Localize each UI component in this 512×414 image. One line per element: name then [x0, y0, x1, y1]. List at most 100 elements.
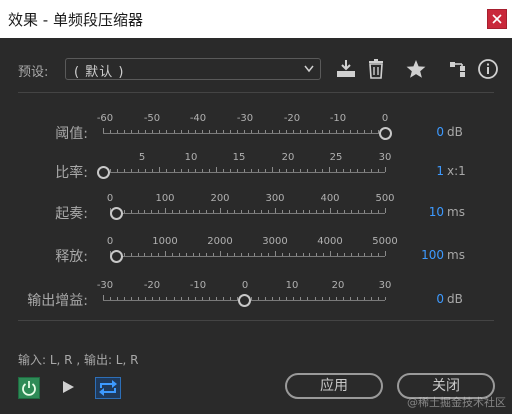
slider-tick — [227, 253, 228, 256]
slider-tick — [268, 253, 269, 256]
slider-tick — [117, 130, 118, 133]
slider-tick-label: 10 — [184, 152, 198, 163]
slider-tick — [124, 210, 125, 213]
slider-tick — [174, 169, 175, 172]
slider-tick — [357, 297, 358, 300]
slider-tick — [316, 210, 317, 213]
slider-tick-label: 20 — [281, 152, 295, 163]
slider-tick — [330, 208, 331, 213]
slider-tick — [195, 297, 196, 300]
slider-track[interactable] — [110, 256, 385, 257]
slider-tick-label: 25 — [329, 152, 343, 163]
effect-panel: 预设: ( 默认 ) 阈值: -60 -50 -40 -30 -20 -10 0… — [0, 38, 512, 414]
slider-tick — [350, 297, 351, 300]
slider-knob[interactable] — [379, 127, 392, 140]
slider-tick — [282, 210, 283, 213]
slider-tick-label: -10 — [189, 280, 207, 291]
slider-value[interactable]: 1 — [400, 164, 444, 178]
slider-tick — [343, 297, 344, 300]
close-window-button[interactable] — [487, 9, 507, 29]
info-icon[interactable] — [477, 58, 499, 80]
slider-track[interactable] — [103, 172, 385, 173]
slider-value[interactable]: 0 — [400, 125, 444, 139]
preset-dropdown[interactable]: ( 默认 ) — [65, 58, 321, 80]
slider-tick — [258, 169, 259, 172]
slider-tick — [145, 297, 146, 300]
slider-tick — [223, 169, 224, 172]
download-preset-icon[interactable] — [335, 58, 357, 80]
slider-tick — [261, 253, 262, 256]
slider-tick — [279, 130, 280, 133]
slider-tick-label: 400 — [320, 193, 340, 204]
slider-tick — [329, 130, 330, 133]
slider-tick — [344, 253, 345, 256]
slider-tick-label: 0 — [106, 236, 114, 247]
slider-tick-label: -20 — [143, 280, 161, 291]
slider-knob[interactable] — [110, 250, 123, 263]
slider-tick — [371, 297, 372, 300]
slider-tick — [124, 130, 125, 133]
slider-tick — [279, 297, 280, 300]
slider-tick — [265, 297, 266, 300]
slider-tick — [385, 251, 386, 256]
slider-tick — [351, 253, 352, 256]
slider-tick — [315, 130, 316, 133]
slider-tick — [193, 210, 194, 213]
slider-knob[interactable] — [97, 166, 110, 179]
slider-tick — [364, 169, 365, 172]
slider-tick — [158, 210, 159, 213]
slider-tick-label: 1000 — [152, 236, 178, 247]
slider-tick — [151, 253, 152, 256]
slider-tick-label: 15 — [232, 152, 246, 163]
delete-icon[interactable] — [365, 58, 387, 80]
slider-tick — [174, 297, 175, 300]
favorite-star-icon[interactable] — [405, 58, 427, 80]
slider-tick-label: -50 — [143, 113, 161, 124]
slider-tick — [344, 210, 345, 213]
loop-icon — [99, 380, 117, 396]
slider-tick — [223, 297, 224, 300]
slider-tick — [265, 130, 266, 133]
slider-tick — [241, 253, 242, 256]
slider-tick — [230, 297, 231, 300]
slider-value[interactable]: 10 — [400, 205, 444, 219]
slider-tick — [202, 169, 203, 172]
slider-tick — [350, 169, 351, 172]
slider-knob[interactable] — [110, 207, 123, 220]
slider-tick — [323, 253, 324, 256]
slider-tick — [258, 130, 259, 133]
slider-tick-label: 30 — [378, 152, 392, 163]
slider-tick-label: 3000 — [262, 236, 288, 247]
slider-value[interactable]: 100 — [400, 248, 444, 262]
window-title: 效果 - 单频段压缩器 — [8, 11, 143, 29]
slider-tick — [357, 169, 358, 172]
slider-value[interactable]: 0 — [400, 292, 444, 306]
slider-tick-label: 200 — [210, 193, 230, 204]
slider-tick — [351, 210, 352, 213]
slider-track[interactable] — [103, 133, 385, 134]
slider-tick — [165, 251, 166, 256]
slider-tick — [209, 169, 210, 172]
apply-button[interactable]: 应用 — [285, 373, 383, 399]
slider-tick — [378, 253, 379, 256]
slider-tick — [364, 253, 365, 256]
loop-toggle-button[interactable] — [95, 377, 121, 399]
slider-tick — [275, 251, 276, 256]
slider-tick — [358, 253, 359, 256]
play-button[interactable] — [60, 379, 76, 399]
slider-tick — [227, 210, 228, 213]
slider-tick — [166, 297, 167, 300]
slider-tick — [371, 169, 372, 172]
slider-tick-label: 300 — [265, 193, 285, 204]
slider-tick — [251, 297, 252, 300]
slider-tick — [144, 210, 145, 213]
routing-icon[interactable] — [447, 58, 469, 80]
slider-tick — [202, 130, 203, 133]
slider-track[interactable] — [110, 213, 385, 214]
power-toggle-button[interactable] — [18, 377, 40, 399]
slider-tick — [241, 210, 242, 213]
power-icon — [22, 381, 36, 396]
slider-tick — [343, 130, 344, 133]
slider-knob[interactable] — [238, 294, 251, 307]
slider-tick-label: -60 — [96, 113, 114, 124]
